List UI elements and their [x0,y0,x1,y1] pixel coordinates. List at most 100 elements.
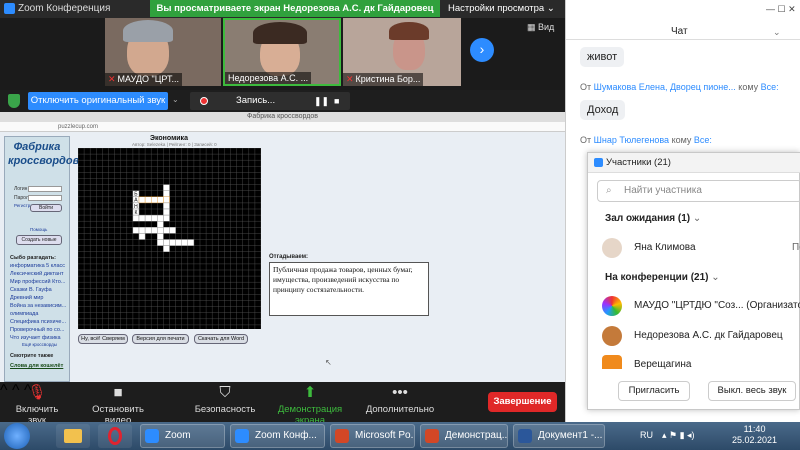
in-meeting-heading[interactable]: На конференции (21) ⌄ [605,272,720,283]
more-puzzles-link[interactable]: Ещё кроссворды [22,341,57,349]
stop-icon[interactable]: ■ [334,92,339,110]
puzzle-link[interactable]: Лексический диктант [10,270,70,278]
help-link[interactable]: Помощь [30,226,47,234]
crossword-cell[interactable] [132,227,140,234]
crossword-cell[interactable] [163,202,170,210]
participant-row[interactable]: Яна Климова По [602,238,800,260]
create-new-button[interactable]: Создать новые [16,235,62,245]
share-screen-button[interactable]: ⬆ Демонстрация экрана [263,382,357,426]
language-indicator[interactable]: RU [640,430,653,440]
crossword-cell[interactable] [138,196,146,204]
stop-video-button[interactable]: ■ Остановить видео [78,382,158,426]
crossword-cell[interactable] [187,239,195,246]
puzzle-link[interactable]: Война за независим... [10,302,70,310]
participant-row[interactable]: Верещагина [602,355,800,369]
crossword-cell[interactable] [169,227,176,234]
crossword-grid[interactable]: БАНК [78,148,261,329]
crossword-cell[interactable] [144,196,152,204]
clock[interactable]: 11:40 25.02.2021 [732,424,777,446]
video-tile[interactable]: ✕ МАУДО "ЦРТ... [105,18,221,86]
pause-icon[interactable]: ❚❚ [314,92,329,110]
login-button[interactable]: Войти [30,204,62,212]
crossword-cell[interactable] [163,227,170,234]
participant-row[interactable]: Недорезова А.С. дк Гайдаровец [602,326,800,348]
crossword-cell[interactable] [163,184,170,191]
crossword-cell[interactable] [150,214,158,222]
video-tile[interactable]: ✕ Кристина Бор... [343,18,461,86]
dictionary-link[interactable]: Слова для кошелёт [10,363,63,369]
participants-header: Участники (21) [588,153,800,173]
crossword-cell[interactable] [181,239,188,246]
participant-row[interactable]: МАУДО "ЦРТДЮ "Соз... (Организатор, я) [602,296,800,318]
view-settings-button[interactable]: Настройки просмотра ⌄ [440,0,565,17]
crossword-cell[interactable] [163,208,170,216]
site-logo[interactable]: Фабрика кроссвордов [8,140,79,176]
waiting-room-heading[interactable]: Зал ожидания (1) ⌄ [605,213,701,224]
powerpoint-icon [335,429,349,443]
invite-button[interactable]: Пригласить [618,381,690,401]
crossword-cell[interactable] [157,227,164,234]
download-word-button[interactable]: Скачать для Word [194,334,248,344]
windows-start-icon[interactable] [4,423,30,449]
security-button[interactable]: ⛉ Безопасность [193,382,257,415]
participant-search-input[interactable]: ⌕ Найти участника [597,180,800,202]
crossword-cell[interactable] [150,227,158,234]
taskbar-word[interactable]: Документ1 -... [513,424,605,448]
taskbar-zoom-meeting[interactable]: Zoom Конф... [230,424,325,448]
puzzle-link[interactable]: Проверочный по со... [10,326,70,334]
clock-time: 11:40 [743,424,766,434]
end-meeting-button[interactable]: Завершение [488,392,557,412]
crossword-cell[interactable] [163,245,170,252]
crossword-cell[interactable] [169,239,176,246]
crossword-cell[interactable] [157,214,164,222]
view-mode-button[interactable]: ▦ Вид [527,22,554,33]
print-version-button[interactable]: Версия для печати [132,334,189,344]
crossword-cell[interactable] [163,190,170,198]
puzzle-link[interactable]: Сказки В. Гауфа [10,286,70,294]
puzzle-link[interactable]: олимпиада [10,310,70,318]
participant-name: Недорезова А.С. дк Гайдаровец [634,330,783,341]
zoom-logo-icon [4,3,15,14]
puzzle-link[interactable]: Мир профессий Кто... [10,278,70,286]
crossword-cell[interactable] [144,214,152,222]
window-controls[interactable]: — ☐ ✕ [766,4,796,15]
mute-all-button[interactable]: Выкл. весь звук [708,381,796,401]
password-input[interactable] [28,195,62,201]
chevron-down-icon[interactable]: ⌄ [773,27,781,38]
taskbar-zoom[interactable]: Zoom [140,424,225,448]
video-tile-active[interactable]: Недорезова А.С. ... [223,18,341,86]
crossword-cell[interactable] [157,196,164,204]
more-button[interactable]: ••• Дополнительно [365,382,435,415]
recording-indicator: Запись... ❚❚ ■ [190,92,350,110]
crossword-cell[interactable] [163,214,170,222]
crossword-cell[interactable] [132,214,140,222]
stop-original-sound-button[interactable]: Отключить оригинальный звук [28,92,168,110]
camera-icon: ■ [113,384,123,401]
crossword-cell[interactable] [157,220,164,228]
crossword-cell[interactable] [175,239,182,246]
crossword-cell[interactable] [138,214,146,222]
check-answers-button[interactable]: Ну, всё! Сверяем [78,334,128,344]
puzzle-link[interactable]: информатика 5 класс [10,262,70,270]
opera-icon[interactable] [98,424,132,448]
file-explorer-icon[interactable] [56,424,90,448]
crossword-cell[interactable] [138,233,146,240]
tray-icons[interactable]: ▴ ⚑ ▮ ◂) [662,430,695,441]
next-page-arrow-icon[interactable]: › [470,38,494,62]
admit-button[interactable]: По [792,242,800,253]
crossword-cell[interactable] [163,196,170,204]
chat-title: Чат [671,26,688,37]
crossword-cell[interactable] [150,196,158,204]
puzzle-link[interactable]: Специфика психиче... [10,318,70,326]
crossword-cell[interactable] [163,239,170,246]
chevron-down-icon[interactable]: ⌄ [172,95,179,104]
login-input[interactable] [28,186,62,192]
crossword-cell[interactable] [157,233,164,240]
crossword-cell[interactable] [138,227,146,234]
crossword-cell[interactable] [144,227,152,234]
unmute-button[interactable]: 🎙 Включить звук [6,382,68,426]
puzzle-link[interactable]: Древний мир [10,294,70,302]
taskbar-powerpoint[interactable]: Microsoft Po... [330,424,415,448]
taskbar-presentation[interactable]: Демонстрац... [420,424,508,448]
crossword-cell[interactable] [157,239,164,246]
